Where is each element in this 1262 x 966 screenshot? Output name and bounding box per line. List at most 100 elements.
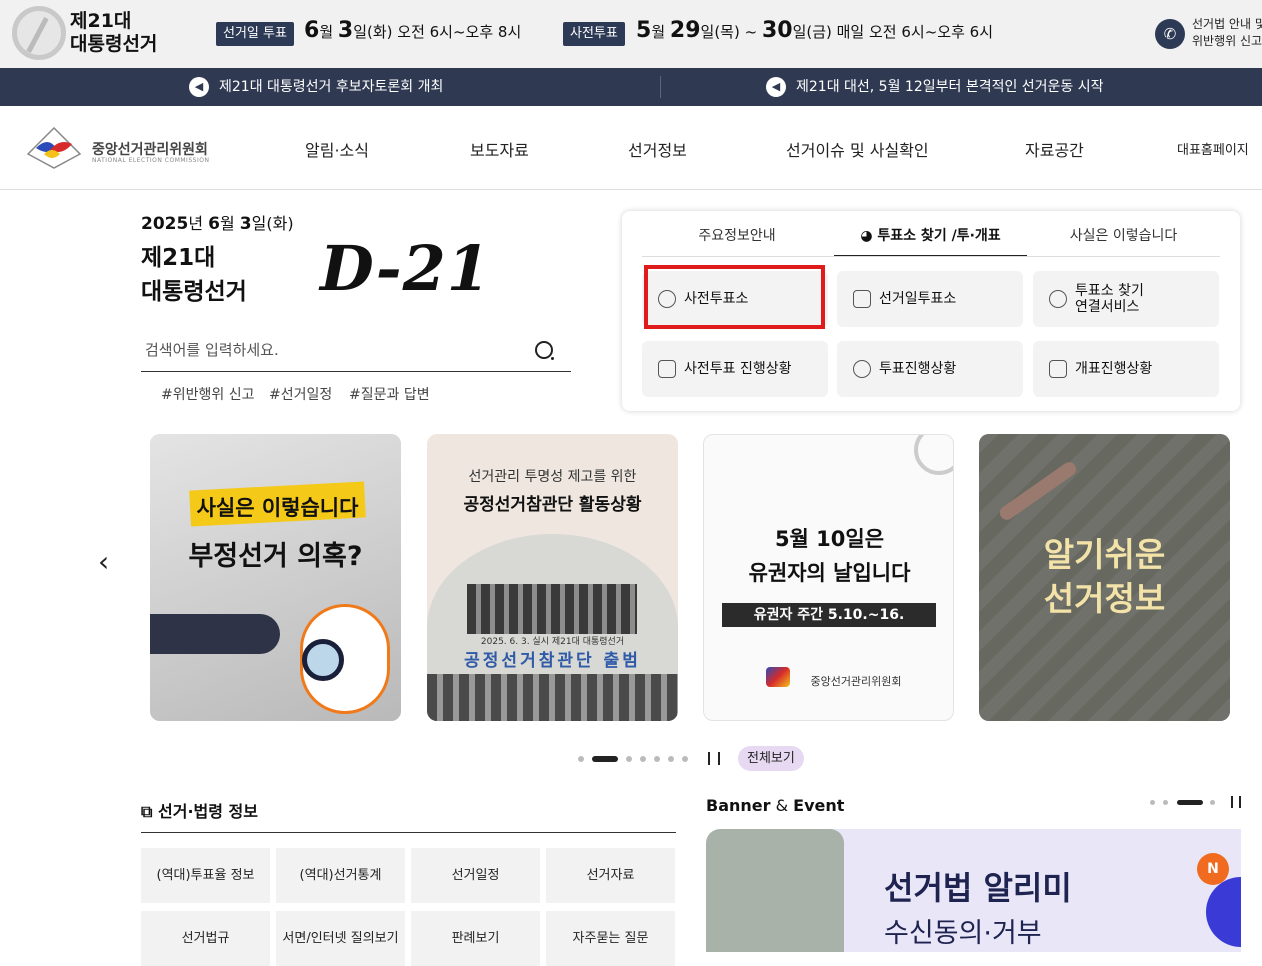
- person-check-icon: [1049, 360, 1067, 378]
- banner-election-law-alert[interactable]: 선거법 알리미 수신동의·거부 N: [706, 829, 1241, 952]
- magnifier-icon: [302, 639, 344, 681]
- election-schedule-link[interactable]: 선거일정: [411, 848, 540, 903]
- tab-find-polling-station-label: 투표소 찾기 /투·개표: [877, 228, 1001, 244]
- station-finder-link-button[interactable]: 투표소 찾기 연결서비스: [1033, 271, 1219, 327]
- keyword-qna[interactable]: #질문과 답변: [349, 384, 430, 404]
- pie-tab-icon: ◕: [860, 228, 878, 244]
- slide-easy-line1: 알기쉬운: [1043, 535, 1166, 574]
- speaker-icon: ◀: [189, 77, 209, 97]
- slide-fact-check-line2: 부정선거 의혹?: [188, 541, 363, 572]
- nec-logo-icon[interactable]: [26, 126, 82, 170]
- notice-item[interactable]: ◀ 제21대 대선, 5월 12일부터 본격적인 선거운동 시작: [766, 68, 1104, 106]
- keyword-schedule[interactable]: #선거일정: [269, 384, 332, 404]
- banner-title-event: Event: [793, 796, 845, 815]
- menu-notice-news[interactable]: 알림·소식: [305, 137, 369, 161]
- banner-pause-icon[interactable]: [1231, 796, 1241, 808]
- counting-progress-button[interactable]: 개표진행상황: [1033, 341, 1219, 397]
- slide-fact-check[interactable]: 사실은 이렇습니다 부정선거 의혹?: [150, 434, 401, 721]
- highlight-box: [644, 265, 825, 329]
- banner-dot[interactable]: [1177, 800, 1203, 805]
- election-name-line2: 대통령선거: [141, 279, 247, 305]
- tab-main-info[interactable]: 주요정보안내: [642, 225, 832, 257]
- nec-small-logo-icon: [766, 667, 790, 687]
- menu-election-issues[interactable]: 선거이슈 및 사실확인: [786, 137, 929, 161]
- tab-fact-check[interactable]: 사실은 이렇습니다: [1027, 225, 1220, 257]
- election-emblem-icon: [12, 6, 66, 60]
- notice-item[interactable]: ◀ 제21대 대통령선거 후보자토론회 개최: [189, 68, 443, 106]
- voting-progress-button[interactable]: 투표진행상황: [837, 341, 1023, 397]
- slide-easy-election-info[interactable]: 알기쉬운 선거정보: [979, 434, 1230, 721]
- report-hotline[interactable]: 선거법 안내 및 위반행위 신고: [1192, 16, 1262, 50]
- new-badge: N: [1197, 853, 1229, 885]
- menu-election-info[interactable]: 선거정보: [628, 137, 687, 161]
- search-input[interactable]: [145, 338, 515, 362]
- counting-progress-label: 개표진행상황: [1075, 361, 1153, 377]
- election-day-station-label: 선거일투표소: [879, 291, 957, 307]
- election-name: 제21대 대통령선거: [141, 241, 247, 309]
- banner-headline: 선거법 알리미: [884, 869, 1072, 907]
- phone-icon[interactable]: ✆: [1155, 19, 1185, 49]
- election-title-line2: 대통령선거: [70, 33, 158, 55]
- chart-icon: [658, 360, 676, 378]
- precedents-link[interactable]: 판례보기: [411, 911, 540, 966]
- menu-archive[interactable]: 자료공간: [1025, 137, 1084, 161]
- slide-voters-logo-text: 중앙선거관리위원회: [810, 675, 902, 688]
- banner-title-amp: &: [770, 796, 794, 815]
- slide-voters-line1: 5월 10일은: [774, 527, 885, 551]
- early-vote-tag: 사전투표: [563, 22, 625, 46]
- tab-divider: [642, 256, 1220, 257]
- election-day-station-button[interactable]: 선거일투표소: [837, 271, 1023, 327]
- speaker-icon: ◀: [766, 77, 786, 97]
- section-divider: [141, 832, 676, 833]
- election-title-line1: 제21대: [70, 10, 132, 32]
- election-materials-link[interactable]: 선거자료: [546, 848, 675, 903]
- keyword-report-violation[interactable]: #위반행위 신고: [161, 384, 254, 404]
- notice-bar: ◀ 제21대 대통령선거 후보자토론회 개최 ◀ 제21대 대선, 5월 12일부터…: [0, 68, 1262, 106]
- early-voting-progress-button[interactable]: 사전투표 진행상황: [642, 341, 828, 397]
- station-finder-link-label: 투표소 찾기 연결서비스: [1075, 283, 1144, 315]
- carousel-dot[interactable]: [668, 756, 674, 762]
- slide-observer-line4: 공정선거참관단 출범: [464, 651, 641, 671]
- map-icon: [853, 290, 871, 308]
- carousel-dot[interactable]: [640, 756, 646, 762]
- inquiry-view-link[interactable]: 서면/인터넷 질의보기: [276, 911, 405, 966]
- banner-dot[interactable]: [1150, 800, 1155, 805]
- faq-link[interactable]: 자주묻는 질문: [546, 911, 675, 966]
- banner-title-word: Banner: [706, 796, 771, 815]
- carousel-dot[interactable]: [592, 756, 618, 762]
- banner-section-title: Banner & Event: [706, 796, 844, 815]
- slide-voters-day[interactable]: 5월 10일은 유권자의 날입니다 유권자 주간 5.10.~16. 중앙선거관…: [703, 434, 954, 721]
- banner-dot[interactable]: [1210, 800, 1215, 805]
- chevron-left-icon[interactable]: ‹: [98, 545, 109, 578]
- link-out-icon: ⧉: [141, 802, 158, 821]
- search-icon[interactable]: [535, 341, 554, 360]
- logo-subtitle: NATIONAL ELECTION COMMISSION: [92, 157, 210, 164]
- law-section-title-text: 선거·법령 정보: [158, 802, 258, 821]
- pause-icon[interactable]: [708, 752, 720, 765]
- banner-dot[interactable]: [1163, 800, 1168, 805]
- election-law-link[interactable]: 선거법규: [141, 911, 270, 966]
- turnout-history-link[interactable]: (역대)투표율 정보: [141, 848, 270, 903]
- voting-progress-label: 투표진행상황: [879, 361, 957, 377]
- link-icon: [1049, 290, 1067, 308]
- slide-observer-group[interactable]: 선거관리 투명성 제고를 위한 공정선거참관단 활동상황 2025. 6. 3.…: [427, 434, 678, 721]
- report-hotline-line1: 선거법 안내 및: [1192, 17, 1262, 31]
- carousel-dot[interactable]: [578, 756, 584, 762]
- logo-name[interactable]: 중앙선거관리위원회: [92, 139, 208, 159]
- menu-press-release[interactable]: 보도자료: [470, 137, 529, 161]
- law-section-title: ⧉ 선거·법령 정보: [141, 798, 258, 822]
- view-all-button[interactable]: 전체보기: [738, 746, 804, 771]
- carousel-dot[interactable]: [654, 756, 660, 762]
- notice-text: 제21대 대선, 5월 12일부터 본격적인 선거운동 시작: [796, 79, 1104, 95]
- main-homepage-link[interactable]: 대표홈페이지: [1177, 139, 1249, 158]
- carousel-dot[interactable]: [682, 756, 688, 762]
- banner-photo: [706, 829, 844, 952]
- election-day-date: 6월 3일(화) 오전 6시~오후 8시: [304, 18, 522, 43]
- election-stats-link[interactable]: (역대)선거통계: [276, 848, 405, 903]
- slide-voters-line2: 유권자의 날입니다: [748, 561, 911, 585]
- carousel-dot[interactable]: [626, 756, 632, 762]
- main-navigation: 중앙선거관리위원회 NATIONAL ELECTION COMMISSION 알…: [0, 106, 1262, 190]
- election-info-bar: 제21대 대통령선거 선거일 투표 6월 3일(화) 오전 6시~오후 8시 사…: [0, 0, 1262, 68]
- slide-observer-line2: 공정선거참관단 활동상황: [463, 495, 642, 515]
- tab-find-polling-station[interactable]: ◕ 투표소 찾기 /투·개표: [834, 225, 1027, 257]
